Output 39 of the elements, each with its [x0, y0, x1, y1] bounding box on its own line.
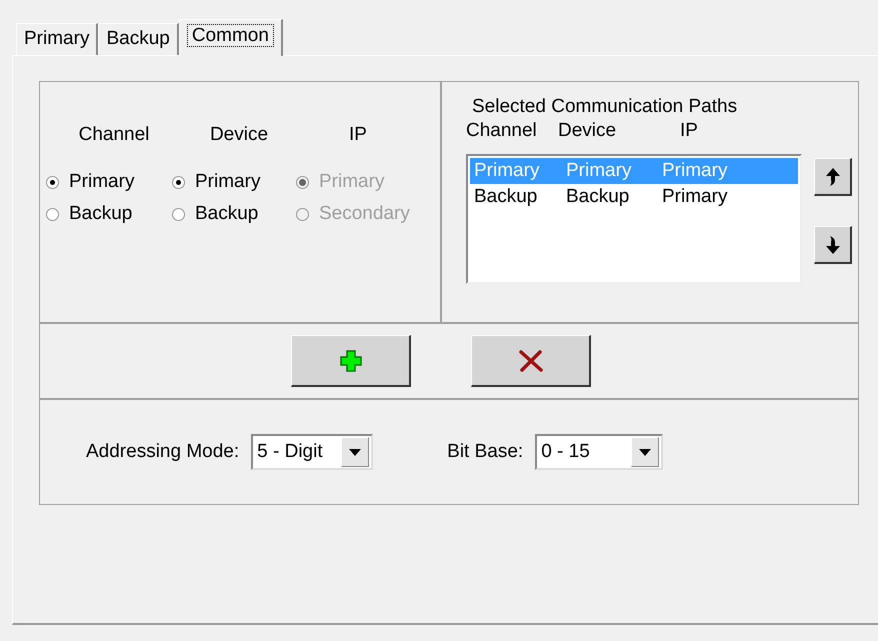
list-cell-text: Backup — [566, 186, 630, 208]
radio-label: Backup — [195, 203, 258, 225]
down-arrow-icon — [824, 234, 840, 254]
plus-icon — [340, 350, 362, 372]
list-cell-text: Backup — [474, 186, 538, 208]
addressing-mode-dropdown[interactable]: 5 - Digit — [251, 434, 374, 470]
tab[interactable]: Backup — [98, 23, 179, 55]
field-label: Bit Base: — [447, 441, 524, 463]
column-heading: Device — [210, 124, 268, 146]
tab[interactable]: Common — [178, 19, 283, 56]
column-heading: Channel — [466, 120, 538, 142]
radio-label: Primary — [69, 171, 134, 193]
list-cell-text: Primary — [662, 160, 728, 182]
list-cell-text: Primary — [566, 160, 632, 182]
tab[interactable]: Primary — [16, 23, 98, 55]
column-heading: Channel — [78, 124, 150, 146]
radio-label: Secondary — [319, 203, 410, 225]
radio-option[interactable]: Backup — [172, 200, 296, 228]
add-button[interactable] — [291, 335, 411, 387]
list-cell-text: Primary — [662, 186, 728, 208]
list-row[interactable]: Backup Backup Primary — [470, 184, 798, 210]
column-heading: Device — [558, 120, 618, 142]
up-arrow-icon — [824, 166, 840, 186]
radio-label: Primary — [195, 171, 260, 193]
column-heading: IP — [679, 120, 699, 142]
radio-option[interactable]: Primary — [46, 168, 172, 196]
close-icon — [518, 350, 544, 372]
delete-button[interactable] — [471, 335, 591, 387]
move-up-button[interactable] — [814, 158, 852, 196]
paths-title: Selected Communication Paths — [472, 96, 738, 118]
radio-option[interactable]: Backup — [46, 200, 172, 228]
column-heading: IP — [348, 124, 367, 146]
radio-option[interactable]: Primary — [172, 168, 296, 196]
bit-base-dropdown[interactable]: 0 - 15 — [535, 434, 664, 470]
radio-label: Primary — [319, 171, 384, 193]
list-cell-text: Primary — [474, 160, 540, 182]
radio-label: Backup — [69, 203, 132, 225]
move-down-button[interactable] — [814, 226, 852, 264]
field-label: Addressing Mode: — [86, 441, 240, 463]
